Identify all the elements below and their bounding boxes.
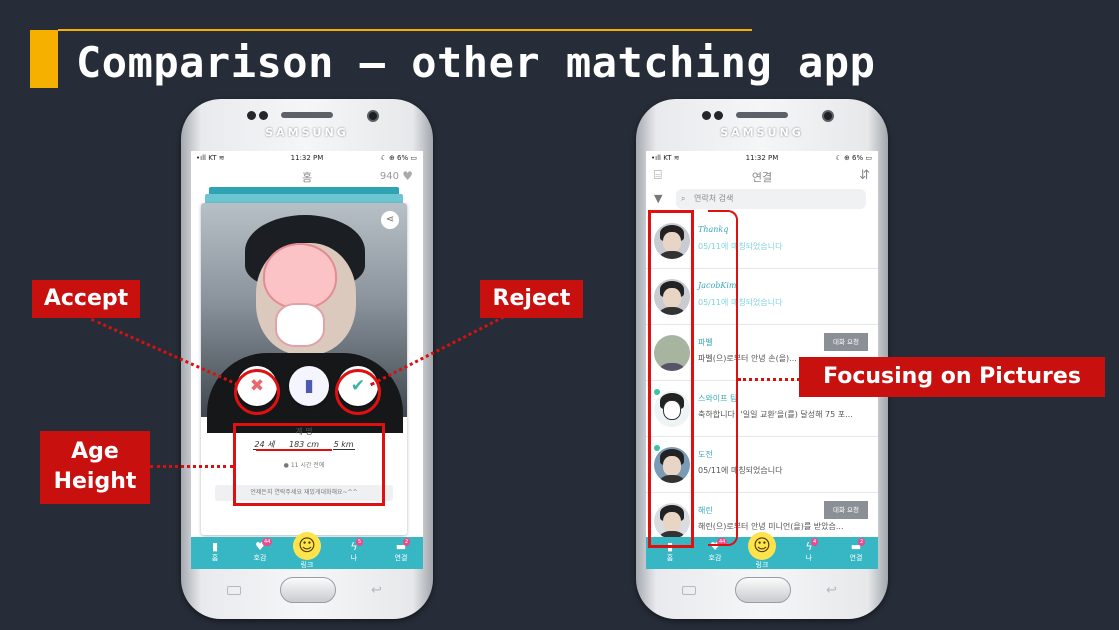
tab-likes[interactable]: ♥ 44 호감	[244, 538, 276, 563]
book-button[interactable]: ▮	[289, 366, 329, 406]
home-button[interactable]	[735, 577, 791, 603]
app-screen-home: •ıll KT ≋ 11:32 PM ☾ ⊕ 6% ▭ 홈 940 ♥ ⋖ 계 …	[191, 151, 423, 569]
home-button[interactable]	[280, 577, 336, 603]
recent-apps-icon[interactable]	[227, 586, 241, 595]
header-title: 연결	[751, 171, 773, 184]
phone-left: SAMSUNG •ıll KT ≋ 11:32 PM ☾ ⊕ 6% ▭ 홈 94…	[181, 99, 433, 619]
tab-label: 홈	[666, 554, 674, 562]
status-battery: ☾ ⊕ 6% ▭	[380, 154, 417, 162]
tab-label: 나	[805, 554, 813, 562]
title-rule	[58, 29, 752, 31]
front-camera-icon	[822, 110, 834, 122]
peach-sticker-body	[275, 303, 325, 347]
sensor-icon	[259, 111, 268, 120]
back-icon[interactable]: ↩	[826, 583, 837, 598]
chat-icon: ▬	[395, 540, 407, 553]
connector-line	[150, 465, 233, 468]
speaker-grille	[281, 112, 333, 118]
status-bar: •ıll KT ≋ 11:32 PM ☾ ⊕ 6% ▭	[646, 151, 878, 165]
highlight-underline	[256, 449, 332, 451]
bottom-tab-bar: ▮ 홈 ♥ 44 호감 ☺ 링크 ϟ 5 나 ▬ 2 연결	[191, 532, 423, 569]
tab-label: 홈	[211, 554, 219, 562]
slide-title: Comparison – other matching app	[76, 38, 876, 87]
connector-line	[738, 378, 800, 381]
share-icon[interactable]: ⋖	[381, 211, 399, 229]
home-icon: ▮	[211, 540, 219, 553]
tab-label: 연결	[394, 554, 408, 562]
points-count: 940	[379, 171, 399, 182]
speaker-grille	[736, 112, 788, 118]
chat-icon: ▬	[850, 540, 862, 553]
label-height: Height	[53, 469, 137, 494]
tab-badge: 5	[356, 538, 364, 546]
tab-label: 연결	[849, 554, 863, 562]
smiley-icon: ☺	[293, 532, 321, 560]
tab-badge: 4	[811, 538, 819, 546]
highlight-profile-info	[233, 423, 385, 506]
chat-request-button[interactable]: 대화 요청	[824, 501, 868, 519]
tab-connect[interactable]: ▬ 2 연결	[385, 538, 417, 563]
tab-connect[interactable]: ▬ 2 연결	[840, 538, 872, 563]
status-battery: ☾ ⊕ 6% ▭	[835, 154, 872, 162]
highlight-avatars	[648, 210, 694, 548]
lightning-icon: ϟ	[350, 540, 358, 553]
tab-label: 링크	[300, 561, 314, 569]
tab-badge: 2	[403, 538, 411, 546]
refresh-icon[interactable]: ⇵	[859, 168, 870, 183]
highlight-accept-button	[335, 369, 381, 415]
phone-brand: SAMSUNG	[720, 126, 804, 139]
search-input[interactable]: ⌕ 연락처 검색	[676, 189, 866, 209]
label-age: Age	[71, 439, 119, 464]
sensor-icon	[714, 111, 723, 120]
highlight-bracket	[708, 210, 738, 546]
heart-icon[interactable]: ♥	[402, 169, 413, 183]
tab-label: 호감	[253, 554, 267, 562]
tab-label: 링크	[755, 561, 769, 569]
tab-badge: 44	[262, 538, 273, 546]
sensor-icon	[247, 111, 256, 120]
tab-me[interactable]: ϟ 4 나	[793, 538, 825, 563]
tab-badge: 2	[858, 538, 866, 546]
tab-home[interactable]: ▮ 홈	[199, 540, 231, 563]
lightning-icon: ϟ	[805, 540, 813, 553]
highlight-reject-button	[234, 369, 280, 415]
label-accept: Accept	[32, 280, 140, 318]
search-icon: ⌕	[681, 194, 686, 203]
peach-sticker-icon	[263, 243, 337, 309]
title-accent-bar	[30, 30, 58, 88]
filter-icon[interactable]: ▼	[654, 192, 662, 205]
status-bar: •ıll KT ≋ 11:32 PM ☾ ⊕ 6% ▭	[191, 151, 423, 165]
smiley-icon: ☺	[748, 532, 776, 560]
tab-me[interactable]: ϟ 5 나	[338, 538, 370, 563]
chat-request-button[interactable]: 대화 요청	[824, 333, 868, 351]
tab-label: 나	[350, 554, 358, 562]
label-reject: Reject	[480, 280, 583, 318]
app-header: ⌸ 연결 ⇵	[646, 165, 878, 191]
search-placeholder: 연락처 검색	[694, 194, 734, 203]
recent-apps-icon[interactable]	[682, 586, 696, 595]
phone-brand: SAMSUNG	[265, 126, 349, 139]
tab-label: 호감	[708, 554, 722, 562]
back-icon[interactable]: ↩	[371, 583, 382, 598]
sensor-icon	[702, 111, 711, 120]
label-age-height: Age Height	[40, 431, 150, 504]
label-focus-pictures: Focusing on Pictures	[799, 357, 1105, 397]
front-camera-icon	[367, 110, 379, 122]
